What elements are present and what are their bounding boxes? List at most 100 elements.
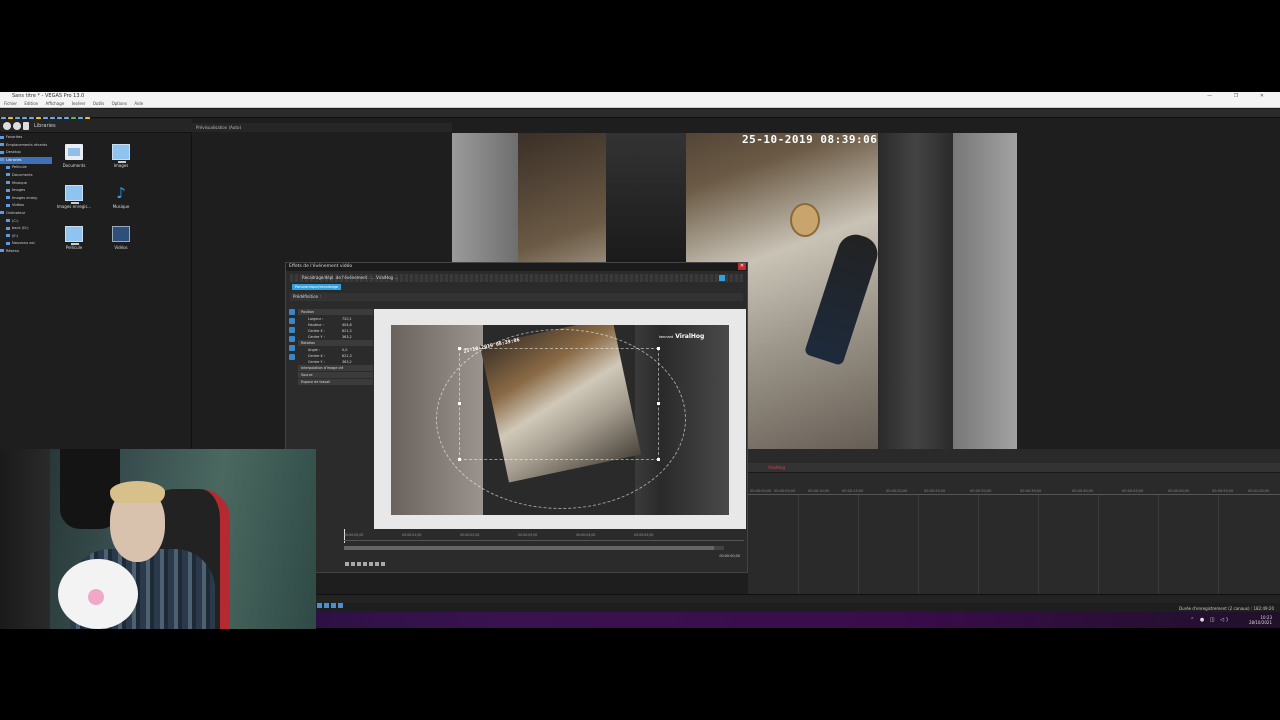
window-controls[interactable]: — ❐ ✕ bbox=[1207, 92, 1274, 100]
plugin-chain-bar[interactable]: Recadrage/dépl. de l'événement : ... Vir… bbox=[290, 274, 743, 282]
tree-item[interactable]: Pellicule bbox=[0, 164, 52, 172]
tree-item[interactable]: Vidéos bbox=[0, 202, 52, 210]
status-bar-text: Durée d'enregistrement (2 canaux) : 182:… bbox=[1179, 606, 1274, 611]
stop-icon[interactable] bbox=[338, 603, 343, 608]
preview-window bbox=[606, 133, 686, 263]
property-label: Hauteur : bbox=[308, 323, 324, 327]
menu-help[interactable]: Aide bbox=[134, 101, 143, 106]
tree-item[interactable]: Images bbox=[0, 187, 52, 195]
group-keyframe-interpolation[interactable]: Interpolation d'image clé bbox=[298, 365, 373, 371]
ruler-tick-label: 00:00:25;00 bbox=[924, 489, 946, 493]
taskbar-clock[interactable]: 10:23 28/10/2021 bbox=[1249, 615, 1272, 625]
monitor-icon bbox=[112, 144, 130, 163]
file-item[interactable]: Images enregis... bbox=[52, 185, 96, 209]
file-item[interactable]: Pellicule bbox=[52, 226, 96, 250]
drive-icon bbox=[6, 234, 10, 238]
group-source[interactable]: Source bbox=[298, 372, 373, 378]
tree-item[interactable]: Favorites bbox=[0, 134, 52, 142]
tree-item[interactable]: Desktop bbox=[0, 149, 52, 157]
plugin-tab-pan-crop[interactable]: Panoramique/recadrage bbox=[292, 284, 342, 290]
group-workspace[interactable]: Espace de travail bbox=[298, 379, 373, 385]
tree-item[interactable]: back (D:) bbox=[0, 225, 52, 233]
menu-view[interactable]: Affichage bbox=[45, 101, 64, 106]
group-rotation[interactable]: Rotation bbox=[298, 340, 373, 346]
add-keyframe-icon[interactable] bbox=[357, 562, 361, 566]
play-icon[interactable] bbox=[331, 603, 336, 608]
scrollbar-thumb[interactable] bbox=[344, 546, 714, 550]
delete-keyframe-icon[interactable] bbox=[363, 562, 367, 566]
sync-cursor-icon[interactable] bbox=[381, 562, 385, 566]
timeline-tracks[interactable]: ViralHog 00:00:00;00 00:00:05;00 00:00:1… bbox=[748, 449, 1280, 599]
system-tray-icons[interactable]: ⌃ ● ◫ ◁) bbox=[1190, 617, 1230, 623]
property-value[interactable]: 363,2 bbox=[342, 359, 352, 365]
lock-aspect-icon[interactable] bbox=[289, 327, 295, 333]
record-icon[interactable] bbox=[317, 603, 322, 608]
crop-handle[interactable] bbox=[458, 402, 461, 405]
keyframe-ruler[interactable]: 00:00:00;00 00:00:01;00 00:00:02;00 00:0… bbox=[344, 533, 744, 541]
preview-quality-label[interactable]: Prévisualisation (Auto) bbox=[196, 125, 241, 130]
first-keyframe-icon[interactable] bbox=[345, 562, 349, 566]
webcam-shelf bbox=[0, 449, 50, 629]
ruler-tick-label: 00:00:10;00 bbox=[808, 489, 830, 493]
file-item[interactable]: Vidéos bbox=[99, 226, 143, 250]
tree-item[interactable]: Musique bbox=[0, 180, 52, 188]
file-item[interactable]: ♪ Musique bbox=[99, 185, 143, 209]
plugin-chooser-icon[interactable] bbox=[719, 275, 725, 281]
tree-item[interactable]: Emplacements récents bbox=[0, 142, 52, 150]
crop-handle[interactable] bbox=[657, 347, 660, 350]
size-about-center-icon[interactable] bbox=[289, 336, 295, 342]
video-event-fx-dialog: Effets de l'événement vidéo ✕ Recadrage/… bbox=[285, 262, 748, 573]
preset-row[interactable]: Prédéfinition : bbox=[290, 293, 743, 301]
tree-item[interactable]: Images enreg. bbox=[0, 195, 52, 203]
crop-rectangle[interactable] bbox=[459, 348, 659, 460]
menu-insert[interactable]: Insérer bbox=[72, 101, 86, 106]
canvas-frame[interactable]: 25-10-2019 08:39:06 kennard ViralHog bbox=[391, 325, 729, 515]
close-icon[interactable]: ✕ bbox=[738, 263, 746, 270]
prev-keyframe-icon[interactable] bbox=[351, 562, 355, 566]
menu-edit[interactable]: Edition bbox=[24, 101, 38, 106]
monitor-icon bbox=[65, 226, 83, 245]
crop-handle[interactable] bbox=[657, 458, 660, 461]
file-item[interactable]: Images bbox=[99, 144, 143, 168]
menu-options[interactable]: Options bbox=[112, 101, 127, 106]
zoom-tool-icon[interactable] bbox=[289, 318, 295, 324]
back-icon[interactable] bbox=[3, 122, 11, 130]
normal-edit-tool-icon[interactable] bbox=[289, 309, 295, 315]
drive-icon bbox=[6, 241, 10, 245]
up-folder-icon[interactable] bbox=[23, 122, 29, 130]
tree-item-selected[interactable]: Libraries bbox=[0, 156, 52, 165]
explorer-path[interactable]: Libraries bbox=[34, 121, 56, 131]
forward-icon[interactable] bbox=[13, 122, 21, 130]
move-freely-icon[interactable] bbox=[289, 345, 295, 351]
property-row[interactable]: Centre Y : 363,2 bbox=[298, 334, 373, 340]
crop-handle[interactable] bbox=[657, 402, 660, 405]
menu-file[interactable]: Fichier bbox=[4, 101, 17, 106]
ruler-tick-label: 00:00:00;00 bbox=[344, 533, 364, 537]
property-row[interactable]: Centre Y : 363,2 bbox=[298, 359, 373, 365]
timeline-ruler[interactable]: 00:00:00;00 00:00:05;00 00:00:10;00 00:0… bbox=[748, 489, 1280, 495]
menu-tools[interactable]: Outils bbox=[93, 101, 105, 106]
next-keyframe-icon[interactable] bbox=[369, 562, 373, 566]
pan-crop-canvas[interactable]: 25-10-2019 08:39:06 kennard ViralHog bbox=[374, 309, 746, 529]
video-track[interactable] bbox=[748, 463, 1280, 473]
tree-item[interactable]: Réseau bbox=[0, 248, 52, 256]
loop-icon[interactable] bbox=[324, 603, 329, 608]
tree-item[interactable]: Documents bbox=[0, 172, 52, 180]
tree-item[interactable]: Nouveau vol. bbox=[0, 240, 52, 248]
title-bar: Sans titre * - VEGAS Pro 13.0 — ❐ ✕ bbox=[0, 92, 1280, 100]
preset-label: Prédéfinition : bbox=[293, 294, 321, 299]
timeline-marker[interactable]: ViralHog bbox=[768, 465, 785, 470]
property-value[interactable]: 363,2 bbox=[342, 334, 352, 340]
keyframe-scrollbar[interactable] bbox=[344, 546, 724, 550]
tree-item[interactable]: Ordinateur bbox=[0, 210, 52, 218]
crop-handle[interactable] bbox=[458, 458, 461, 461]
mask-icon[interactable] bbox=[289, 354, 295, 360]
last-keyframe-icon[interactable] bbox=[375, 562, 379, 566]
tree-item[interactable]: (E:) bbox=[0, 233, 52, 241]
file-item[interactable]: Documents bbox=[52, 144, 96, 168]
crop-handle[interactable] bbox=[458, 347, 461, 350]
grid-line bbox=[1098, 495, 1099, 595]
tree-item[interactable]: (C:) bbox=[0, 218, 52, 226]
group-position[interactable]: Position bbox=[298, 309, 373, 315]
property-label: Angle : bbox=[308, 348, 320, 352]
